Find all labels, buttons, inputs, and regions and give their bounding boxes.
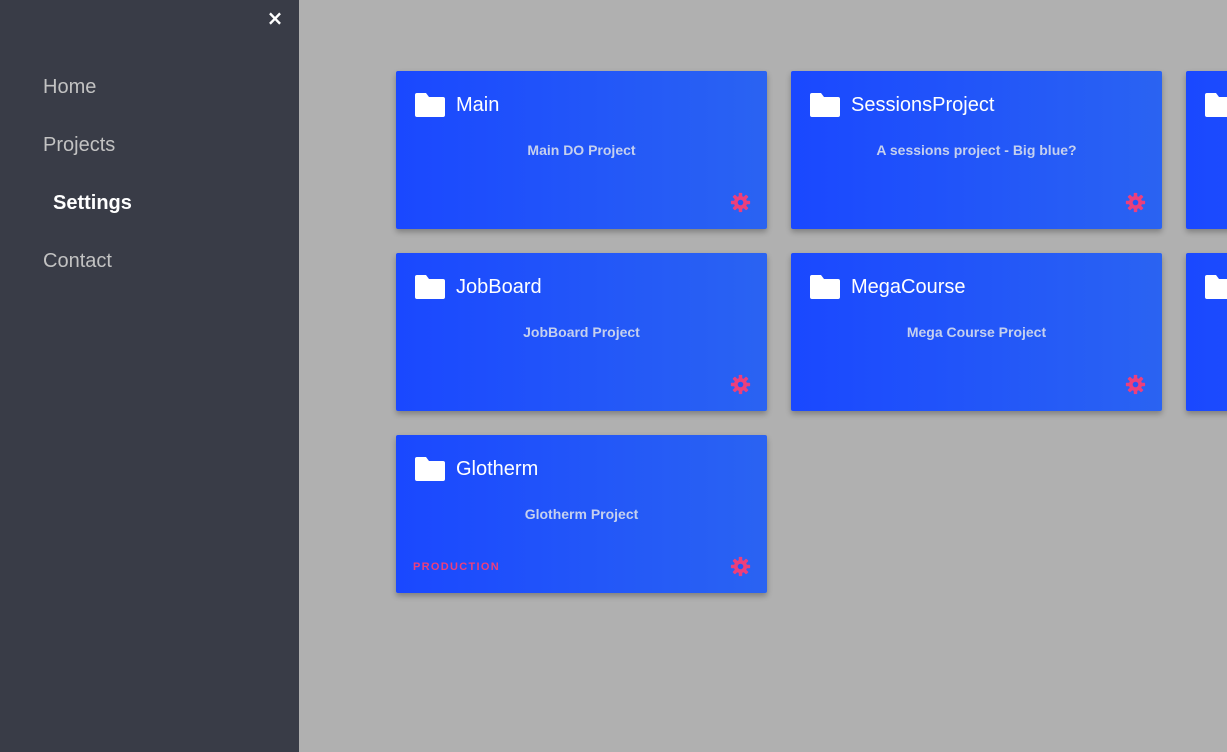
project-description: A sessions project - Big blue?: [876, 142, 1077, 158]
project-card[interactable]: [1186, 253, 1227, 411]
project-title: MegaCourse: [851, 276, 966, 298]
project-description: Mega Course Project: [906, 324, 1047, 340]
project-card[interactable]: Main Main DO Project: [396, 71, 767, 229]
folder-icon: [810, 93, 840, 117]
sidebar: × Home Projects Settings Contact: [0, 0, 299, 752]
gear-icon[interactable]: [1125, 192, 1146, 213]
project-card[interactable]: [1186, 71, 1227, 229]
folder-icon: [415, 275, 445, 299]
sidebar-item-projects[interactable]: Projects: [43, 134, 115, 157]
project-description: Glotherm Project: [524, 506, 639, 522]
project-title: Main: [456, 94, 500, 116]
gear-icon[interactable]: [730, 192, 751, 213]
folder-icon: [415, 457, 445, 481]
project-card[interactable]: SessionsProject A sessions project - Big …: [791, 71, 1162, 229]
folder-icon: [415, 93, 445, 117]
project-card[interactable]: JobBoard JobBoard Project: [396, 253, 767, 411]
project-card[interactable]: Glotherm Glotherm Project PRODUCTION: [396, 435, 767, 593]
folder-icon: [810, 275, 840, 299]
folder-icon: [1205, 275, 1227, 299]
gear-icon[interactable]: [730, 556, 751, 577]
project-description: Main DO Project: [527, 142, 636, 158]
close-icon[interactable]: ×: [266, 8, 284, 28]
sidebar-item-settings[interactable]: Settings: [53, 192, 132, 215]
project-card[interactable]: MegaCourse Mega Course Project: [791, 253, 1162, 411]
project-title: Glotherm: [456, 458, 539, 480]
project-title: JobBoard: [456, 276, 542, 298]
sidebar-item-home[interactable]: Home: [43, 76, 96, 99]
sidebar-item-contact[interactable]: Contact: [43, 250, 112, 273]
gear-icon[interactable]: [1125, 374, 1146, 395]
project-title: SessionsProject: [851, 94, 995, 116]
project-description: JobBoard Project: [523, 324, 640, 340]
gear-icon[interactable]: [730, 374, 751, 395]
folder-icon: [1205, 93, 1227, 117]
project-grid: Main Main DO Project SessionsProject A sess…: [299, 0, 1227, 752]
environment-badge: PRODUCTION: [413, 561, 500, 573]
